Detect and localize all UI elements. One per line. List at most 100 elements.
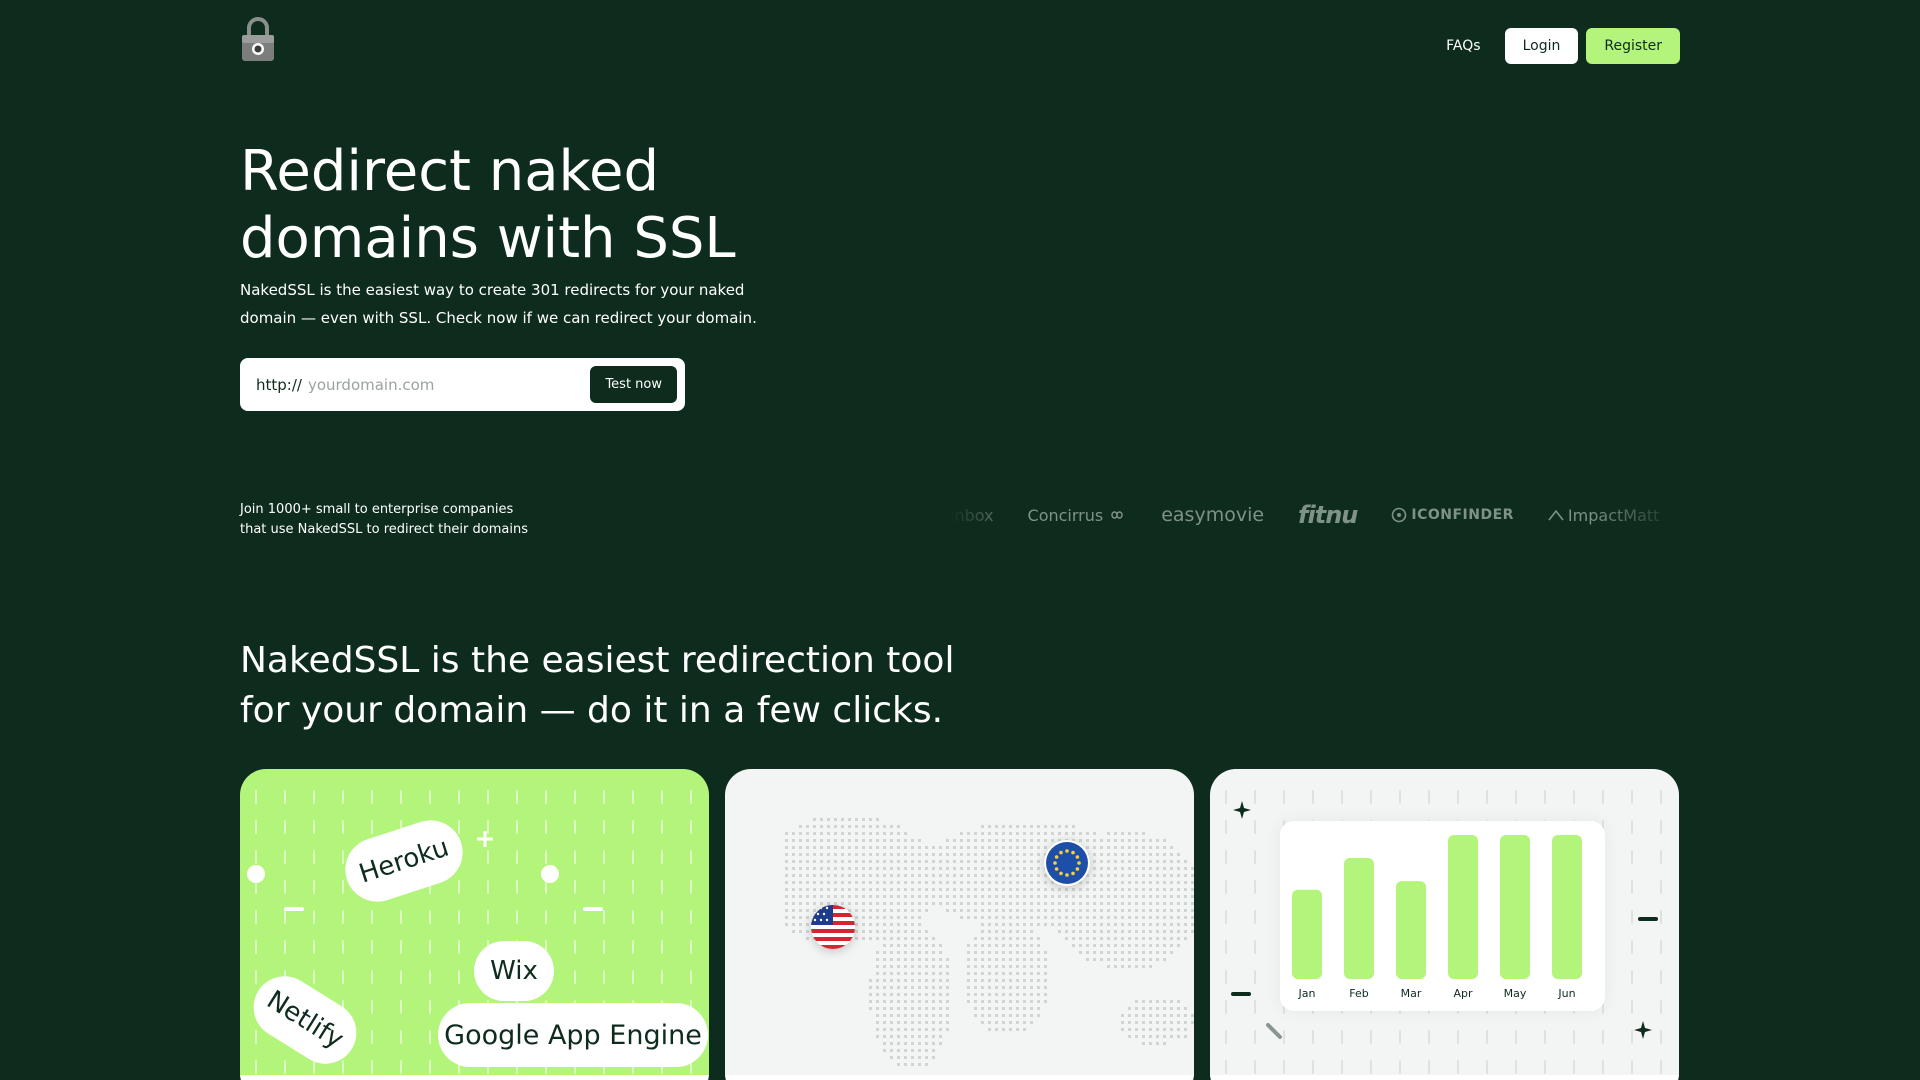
map-dot xyxy=(918,958,921,961)
map-dot xyxy=(1016,958,1019,961)
map-dot xyxy=(890,846,893,849)
map-dot xyxy=(1128,881,1131,884)
map-dot xyxy=(911,930,914,933)
map-dot xyxy=(946,860,949,863)
map-dot xyxy=(1100,937,1103,940)
map-dot xyxy=(834,895,837,898)
login-button[interactable]: Login xyxy=(1504,28,1579,64)
map-dot xyxy=(862,825,865,828)
map-dot xyxy=(1163,895,1166,898)
map-dot xyxy=(1121,909,1124,912)
map-dot xyxy=(897,916,900,919)
map-dot xyxy=(946,874,949,877)
map-dot xyxy=(911,916,914,919)
domain-input[interactable] xyxy=(307,375,591,394)
map-dot xyxy=(813,839,816,842)
map-dot xyxy=(1016,923,1019,926)
map-dot xyxy=(1128,867,1131,870)
map-dot xyxy=(827,818,830,821)
card-base xyxy=(240,1075,709,1080)
map-dot xyxy=(1142,1014,1145,1017)
map-dot xyxy=(1009,888,1012,891)
map-dot xyxy=(1072,832,1075,835)
map-dot xyxy=(1037,965,1040,968)
map-dot xyxy=(1156,930,1159,933)
map-dot xyxy=(981,1021,984,1024)
map-dot xyxy=(1149,916,1152,919)
map-dot xyxy=(820,888,823,891)
map-dot xyxy=(1058,888,1061,891)
map-dot xyxy=(848,818,851,821)
map-dot xyxy=(1191,916,1194,919)
map-dot xyxy=(799,916,802,919)
map-dot xyxy=(1163,902,1166,905)
map-dot xyxy=(1114,930,1117,933)
map-dot xyxy=(834,888,837,891)
padlock-icon[interactable] xyxy=(240,16,276,62)
map-dot xyxy=(1037,944,1040,947)
map-dot xyxy=(1030,860,1033,863)
map-dot xyxy=(904,881,907,884)
map-dot xyxy=(890,874,893,877)
brand-fitnu-logo: fitnu xyxy=(1298,501,1358,529)
map-dot xyxy=(1016,902,1019,905)
map-dot xyxy=(974,958,977,961)
map-dot xyxy=(1128,895,1131,898)
map-dot xyxy=(1156,944,1159,947)
register-button[interactable]: Register xyxy=(1586,28,1680,64)
map-dot xyxy=(1156,881,1159,884)
map-dot xyxy=(911,1028,914,1031)
map-dot xyxy=(869,930,872,933)
map-dot xyxy=(876,860,879,863)
map-dot xyxy=(939,972,942,975)
map-dot xyxy=(981,867,984,870)
map-dot xyxy=(1086,944,1089,947)
map-dot xyxy=(939,979,942,982)
map-dot xyxy=(813,860,816,863)
map-dot xyxy=(883,1014,886,1017)
map-dot xyxy=(1072,930,1075,933)
map-dot xyxy=(876,993,879,996)
map-dot xyxy=(876,1021,879,1024)
map-dot xyxy=(1142,860,1145,863)
map-dot xyxy=(974,951,977,954)
map-dot xyxy=(876,839,879,842)
map-dot xyxy=(925,1035,928,1038)
map-dot xyxy=(897,972,900,975)
map-dot xyxy=(911,909,914,912)
map-dot xyxy=(1030,909,1033,912)
map-dot xyxy=(1135,846,1138,849)
map-dot xyxy=(967,895,970,898)
map-dot xyxy=(897,881,900,884)
map-dot xyxy=(1072,825,1075,828)
map-dot xyxy=(1016,1000,1019,1003)
map-dot xyxy=(925,979,928,982)
map-dot xyxy=(967,902,970,905)
map-dot xyxy=(946,853,949,856)
map-dot xyxy=(834,874,837,877)
map-dot xyxy=(806,874,809,877)
eu-star xyxy=(1059,850,1063,855)
map-dot xyxy=(785,853,788,856)
map-dot xyxy=(974,979,977,982)
map-dot xyxy=(974,1000,977,1003)
map-dot xyxy=(981,958,984,961)
map-dot xyxy=(1163,958,1166,961)
map-dot xyxy=(911,937,914,940)
map-dot xyxy=(988,979,991,982)
trust-text: Join 1000+ small to enterprise companies… xyxy=(240,500,560,540)
test-now-button[interactable]: Test now xyxy=(590,366,677,403)
map-dot xyxy=(1044,832,1047,835)
map-dot xyxy=(1135,888,1138,891)
map-dot xyxy=(1135,909,1138,912)
hero-subtitle: NakedSSL is the easiest way to create 30… xyxy=(240,281,757,327)
map-dot xyxy=(1023,958,1026,961)
map-dot xyxy=(1037,825,1040,828)
map-dot xyxy=(827,874,830,877)
map-dot xyxy=(918,1007,921,1010)
eu-flag-icon xyxy=(1044,840,1090,886)
map-dot xyxy=(841,895,844,898)
sparkle-icon xyxy=(1634,1021,1652,1039)
faq-link[interactable]: FAQs xyxy=(1446,38,1480,54)
map-dot xyxy=(1002,993,1005,996)
